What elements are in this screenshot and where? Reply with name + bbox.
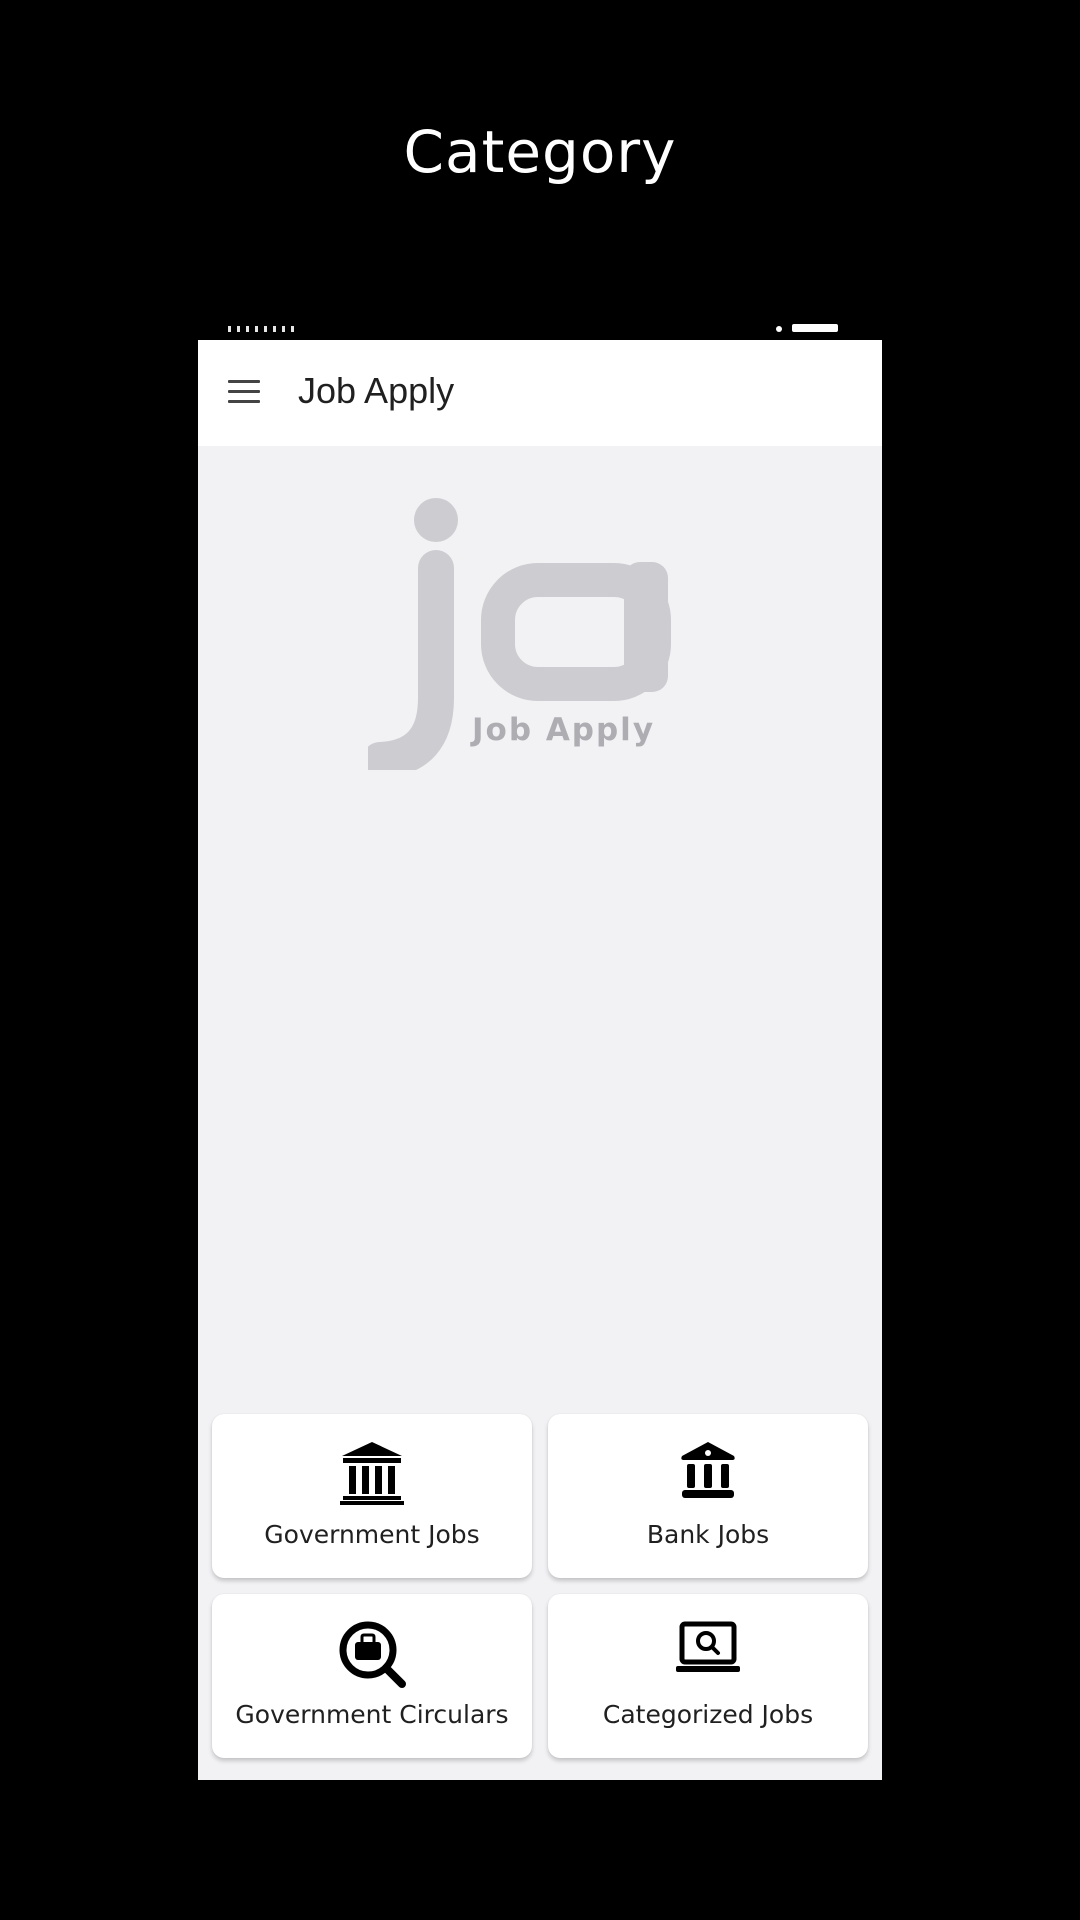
- card-label: Government Circulars: [235, 1700, 509, 1729]
- app-bar: Job Apply: [198, 340, 882, 446]
- hamburger-menu-icon[interactable]: [228, 380, 262, 406]
- logo-wordmark: Job Apply: [470, 712, 655, 748]
- app-title: Job Apply: [298, 370, 455, 411]
- battery-icon: [792, 324, 838, 332]
- card-label: Categorized Jobs: [602, 1700, 814, 1729]
- status-dot-icon: [776, 326, 782, 332]
- card-label: Bank Jobs: [646, 1520, 770, 1549]
- phone-screen: Job Apply Job Apply Government Jobs Bank…: [198, 340, 882, 1780]
- bank-icon: [681, 1442, 735, 1498]
- job-search-icon: [339, 1621, 406, 1688]
- card-bank-jobs[interactable]: Bank Jobs: [548, 1414, 868, 1578]
- card-government-jobs[interactable]: Government Jobs: [212, 1414, 532, 1578]
- status-icons-left: [228, 326, 298, 332]
- promo-stage: Category Job Apply Job Apply Government …: [0, 0, 1080, 1920]
- card-government-circulars[interactable]: Government Circulars: [212, 1594, 532, 1758]
- laptop-search-icon: [676, 1621, 740, 1672]
- government-building-icon: [340, 1442, 404, 1505]
- job-apply-logo: Job Apply: [368, 498, 671, 770]
- promo-title: Category: [403, 118, 677, 186]
- status-bar-fragment: [198, 318, 882, 340]
- card-label: Government Jobs: [264, 1520, 480, 1549]
- card-categorized-jobs[interactable]: Categorized Jobs: [548, 1594, 868, 1758]
